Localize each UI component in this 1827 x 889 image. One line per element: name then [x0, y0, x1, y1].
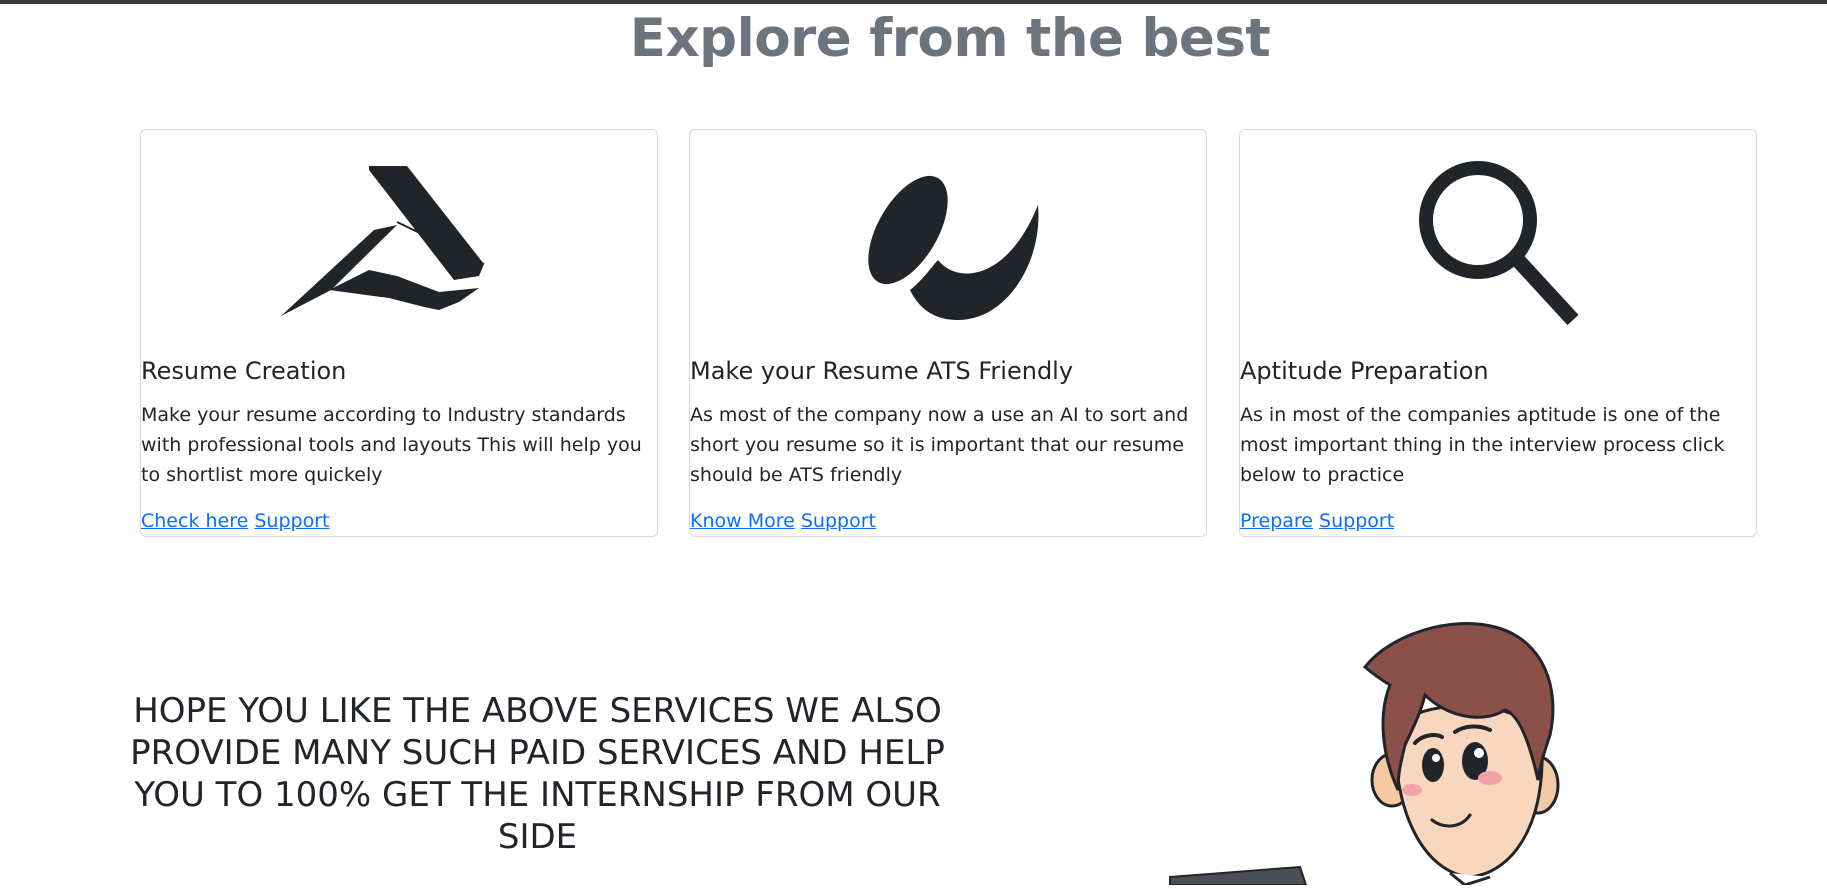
- card-links: Know More Support: [690, 510, 876, 532]
- card-text: As most of the company now a use an AI t…: [690, 404, 1189, 486]
- card-title: Resume Creation: [141, 357, 347, 385]
- check-here-link[interactable]: Check here: [141, 510, 248, 532]
- prepare-link[interactable]: Prepare: [1240, 510, 1313, 532]
- card-title: Aptitude Preparation: [1240, 357, 1489, 385]
- ai-brand-icon: [690, 160, 1206, 330]
- know-more-link[interactable]: Know More: [690, 510, 795, 532]
- support-link[interactable]: Support: [1319, 510, 1394, 532]
- card-text: As in most of the companies aptitude is …: [1240, 404, 1725, 486]
- card-links: Prepare Support: [1240, 510, 1394, 532]
- card-text: Make your resume according to Industry s…: [141, 404, 642, 486]
- card-title: Make your Resume ATS Friendly: [690, 357, 1074, 385]
- support-link[interactable]: Support: [254, 510, 329, 532]
- promo-heading: HOPE YOU LIKE THE ABOVE SERVICES WE ALSO…: [130, 691, 945, 857]
- card-resume-creation: Resume Creation Make your resume accordi…: [140, 129, 658, 537]
- support-link[interactable]: Support: [801, 510, 876, 532]
- top-border: [0, 0, 1827, 4]
- card-links: Check here Support: [141, 510, 329, 532]
- search-icon: [1240, 160, 1756, 330]
- cartoon-boy-illustration: [1150, 615, 1580, 889]
- page-title: Explore from the best: [629, 8, 1271, 69]
- card-ats-friendly: Make your Resume ATS Friendly As most of…: [689, 129, 1207, 537]
- document-pen-icon: [141, 160, 657, 330]
- card-aptitude-preparation: Aptitude Preparation As in most of the c…: [1239, 129, 1757, 537]
